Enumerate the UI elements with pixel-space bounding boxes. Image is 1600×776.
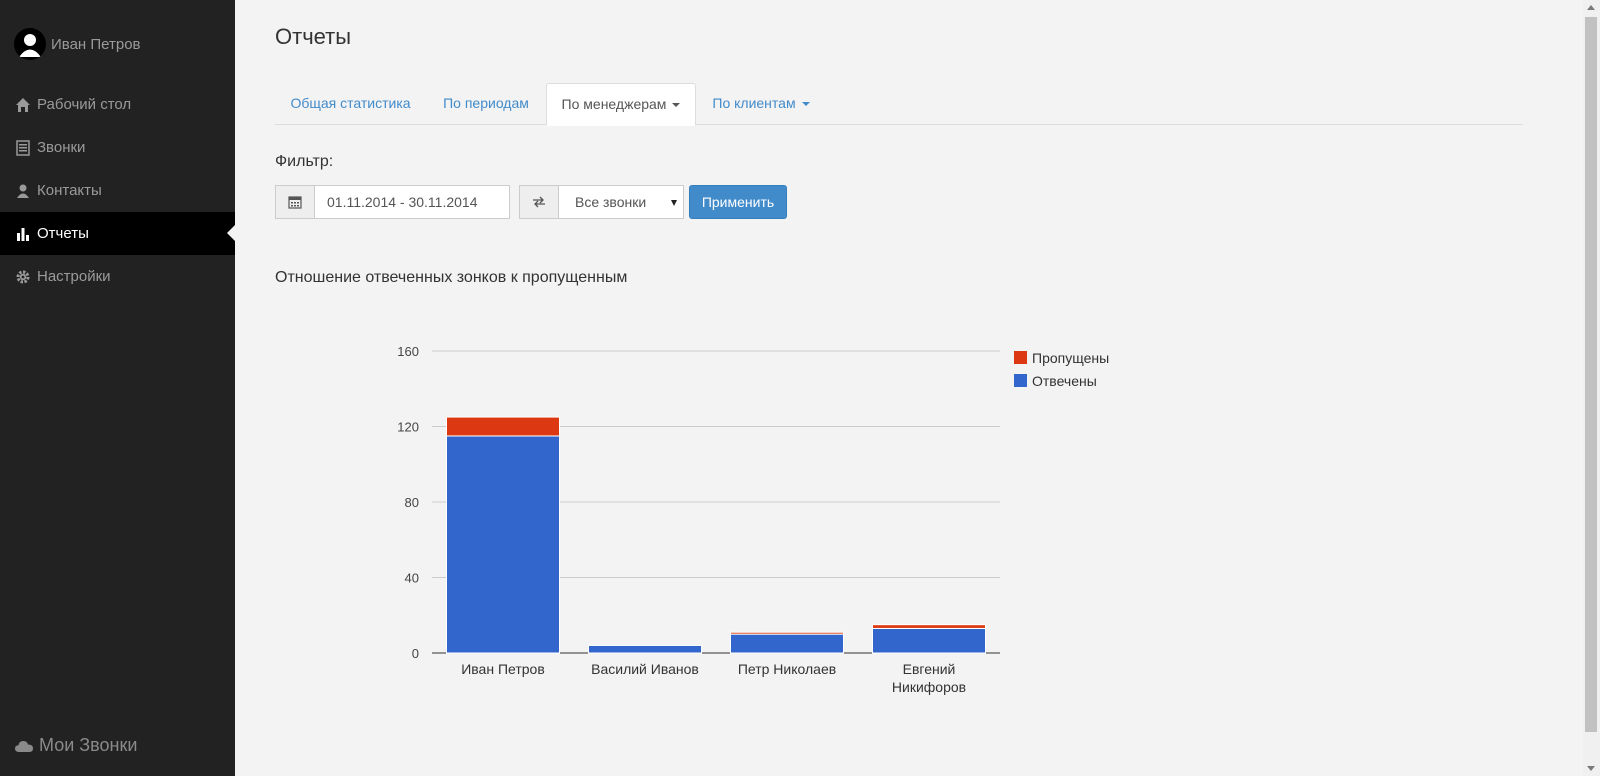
x-category-label: Иван Петров — [461, 661, 545, 677]
sidebar-item-dashboard[interactable]: Рабочий стол — [0, 83, 235, 126]
brand-logo[interactable]: Мои Звонки — [15, 735, 137, 756]
legend-label: Отвечены — [1032, 373, 1097, 389]
y-tick-label: 80 — [405, 495, 419, 510]
sidebar-item-label: Звонки — [37, 139, 86, 156]
sidebar-item-calls[interactable]: Звонки — [0, 126, 235, 169]
cloud-icon — [15, 740, 33, 752]
sidebar-nav: Рабочий стол Звонки Контакты Отчеты Наст… — [0, 83, 235, 298]
x-category-label: Василий Иванов — [591, 661, 699, 677]
y-tick-label: 160 — [397, 344, 419, 359]
sidebar-item-settings[interactable]: Настройки — [0, 255, 235, 298]
bar-chart-icon — [15, 226, 31, 242]
bar-segment[interactable] — [446, 416, 560, 437]
user-avatar-icon — [19, 34, 41, 57]
legend-label: Пропущены — [1032, 350, 1109, 366]
bar-segment[interactable] — [446, 435, 560, 654]
user-name: Иван Петров — [51, 35, 141, 53]
brand-name: Мои Звонки — [39, 735, 138, 755]
sidebar-item-label: Отчеты — [37, 225, 89, 242]
bar-segment[interactable] — [730, 631, 844, 635]
x-category-label: Евгений — [903, 661, 956, 677]
sidebar-item-reports[interactable]: Отчеты — [0, 212, 235, 255]
scroll-down-arrow-icon[interactable] — [1587, 766, 1595, 771]
vertical-scrollbar[interactable] — [1583, 0, 1600, 776]
sidebar-item-label: Настройки — [37, 268, 111, 285]
y-tick-label: 120 — [397, 420, 419, 435]
x-category-label: Никифоров — [892, 679, 966, 695]
scroll-up-arrow-icon[interactable] — [1587, 5, 1595, 10]
bar-segment[interactable] — [872, 627, 986, 654]
y-tick-label: 0 — [412, 646, 419, 661]
user-icon — [15, 183, 31, 199]
bar-segment[interactable] — [588, 644, 702, 654]
sidebar-item-label: Контакты — [37, 182, 102, 199]
scrollbar-thumb[interactable] — [1585, 17, 1597, 732]
gear-icon — [15, 269, 31, 285]
home-icon — [15, 97, 31, 113]
list-icon — [15, 139, 31, 156]
sidebar: Иван Петров Рабочий стол Звонки Контакты… — [0, 0, 235, 776]
legend-swatch — [1014, 351, 1027, 364]
bar-segment[interactable] — [872, 624, 986, 629]
main-content: Отчеты Общая статистика По периодам По м… — [235, 0, 1552, 776]
user-profile[interactable]: Иван Петров — [14, 28, 141, 60]
bar-chart: 0 40 80 120 160 Иван Петров Василий Иванов Петр… — [397, 344, 1109, 695]
x-category-label: Петр Николаев — [738, 661, 836, 677]
sidebar-item-contacts[interactable]: Контакты — [0, 169, 235, 212]
avatar — [14, 28, 46, 60]
bar-segment[interactable] — [730, 633, 844, 654]
y-tick-label: 40 — [405, 571, 419, 586]
sidebar-item-label: Рабочий стол — [37, 96, 132, 113]
legend-swatch — [1014, 374, 1027, 387]
